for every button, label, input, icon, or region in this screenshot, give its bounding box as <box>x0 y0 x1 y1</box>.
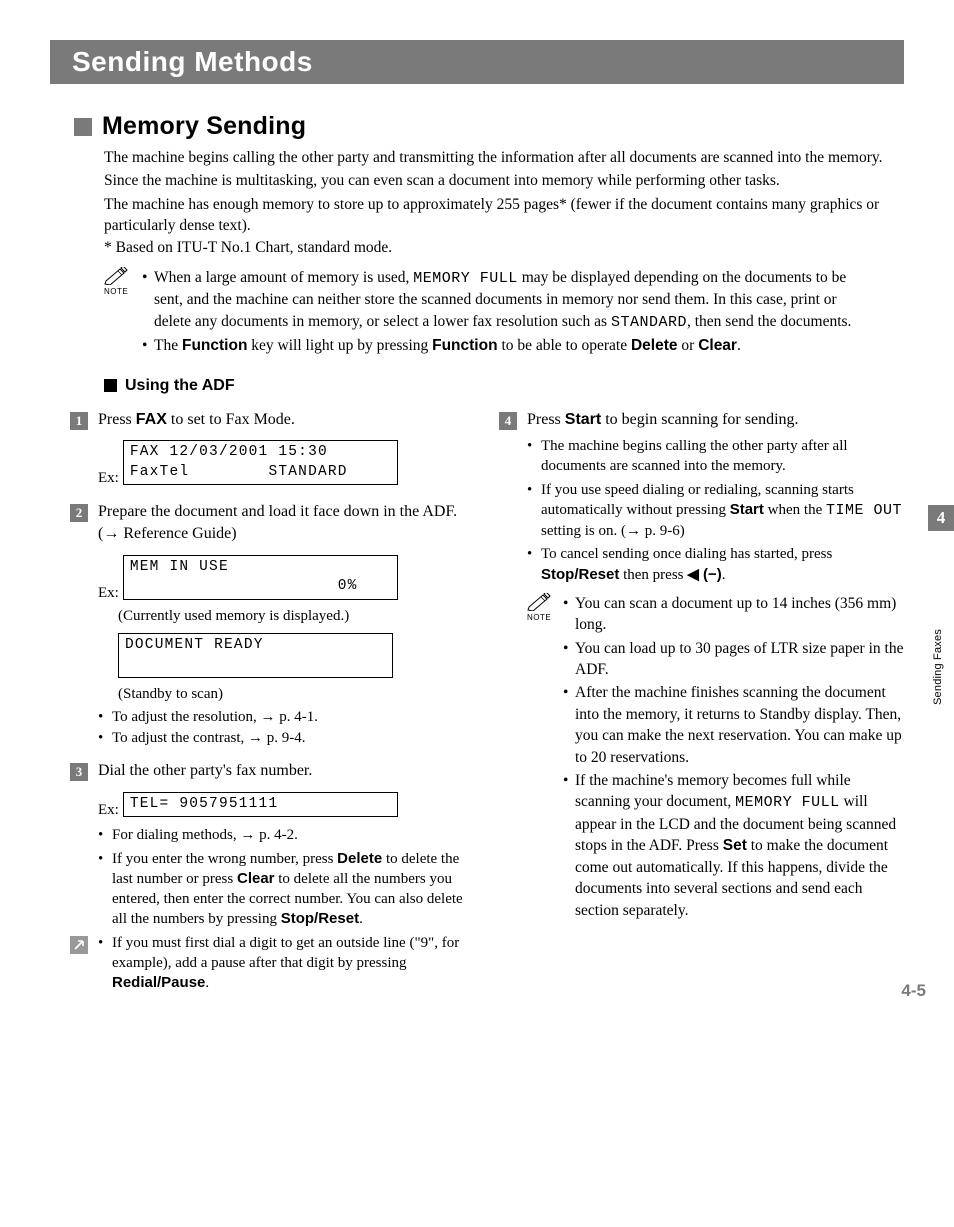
step3-bullet-1: For dialing methods, → p. 4-2. <box>98 825 475 845</box>
tab-chapter-label: Sending Faxes <box>932 629 944 705</box>
step4-bullet-1: The machine begins calling the other par… <box>527 436 904 477</box>
tab-chapter-number: 4 <box>928 505 954 531</box>
ex-label: Ex: <box>98 802 119 821</box>
note-pencil-icon <box>104 267 128 285</box>
caption-2: (Currently used memory is displayed.) <box>118 608 475 625</box>
step-2-body: Prepare the document and load it face do… <box>98 501 475 544</box>
note-label: NOTE <box>104 287 142 296</box>
section-bullet-icon <box>74 118 92 136</box>
section-title: Memory Sending <box>102 112 306 141</box>
lcd-display-3: DOCUMENT READY <box>118 633 393 678</box>
note-label: NOTE <box>527 613 563 622</box>
step3-bullet-3: • If you must first dial a digit to get … <box>98 933 475 994</box>
page-title: Sending Methods <box>66 46 313 78</box>
note1-item-1: When a large amount of memory is used, M… <box>142 267 874 334</box>
note-block-2: NOTE You can scan a document up to 14 in… <box>527 593 904 923</box>
step-4: 4 Press Start to begin scanning for send… <box>499 409 904 431</box>
lcd-display-1: FAX 12/03/2001 15:30 FaxTel STANDARD <box>123 440 398 485</box>
step-1: 1 Press FAX to set to Fax Mode. <box>70 409 475 431</box>
step-number-2: 2 <box>70 504 88 522</box>
step2-bullet-2: To adjust the contrast, → p. 9-4. <box>98 728 475 748</box>
page-number: 4-5 <box>901 981 926 1001</box>
ex-label: Ex: <box>98 585 119 604</box>
lcd-row-2: Ex: MEM IN USE 0% <box>98 551 475 604</box>
step-1-body: Press FAX to set to Fax Mode. <box>98 409 475 431</box>
step4-bullet-3: To cancel sending once dialing has start… <box>527 544 904 585</box>
caption-3: (Standby to scan) <box>118 686 475 703</box>
lcd-row-3: DOCUMENT READY <box>118 629 475 682</box>
step3-bullet-2: If you enter the wrong number, press Del… <box>98 849 475 930</box>
note-block-1: NOTE When a large amount of memory is us… <box>104 267 874 359</box>
note-pencil-icon <box>527 593 551 611</box>
step-number-3: 3 <box>70 763 88 781</box>
intro-footnote: * Based on ITU-T No.1 Chart, standard mo… <box>104 239 904 257</box>
step-number-1: 1 <box>70 412 88 430</box>
note1-item-2: The Function key will light up by pressi… <box>142 335 874 356</box>
title-bar: Sending Methods <box>50 40 904 84</box>
square-bullet-icon <box>104 379 117 392</box>
note-icon-col: NOTE <box>527 593 563 923</box>
step4-bullet-2: If you use speed dialing or redialing, s… <box>527 480 904 542</box>
step-2: 2 Prepare the document and load it face … <box>70 501 475 544</box>
lcd-display-2: MEM IN USE 0% <box>123 555 398 600</box>
step-3-body: Dial the other party's fax number. <box>98 760 475 782</box>
section-heading-row: Memory Sending <box>74 112 904 141</box>
lcd-display-4: TEL= 9057951111 <box>123 792 398 818</box>
intro-p1: The machine begins calling the other par… <box>104 147 894 168</box>
subsection-row: Using the ADF <box>104 377 904 395</box>
note-content: You can scan a document up to 14 inches … <box>563 593 904 923</box>
note2-item-2: You can load up to 30 pages of LTR size … <box>563 638 904 681</box>
columns: 1 Press FAX to set to Fax Mode. Ex: FAX … <box>70 409 904 1000</box>
note2-item-1: You can scan a document up to 14 inches … <box>563 593 904 636</box>
left-column: 1 Press FAX to set to Fax Mode. Ex: FAX … <box>70 409 475 1000</box>
step2-bullet-1: To adjust the resolution, → p. 4-1. <box>98 707 475 727</box>
step-number-4: 4 <box>499 412 517 430</box>
step-4-bullets: The machine begins calling the other par… <box>527 436 904 585</box>
intro-p2: Since the machine is multitasking, you c… <box>104 170 894 191</box>
lcd-row-1: Ex: FAX 12/03/2001 15:30 FaxTel STANDARD <box>98 436 475 489</box>
return-arrow-icon <box>70 936 88 954</box>
note-icon-col: NOTE <box>104 267 142 359</box>
step-3: 3 Dial the other party's fax number. <box>70 760 475 782</box>
note2-item-4: If the machine's memory becomes full whi… <box>563 770 904 921</box>
step-2-bullets: To adjust the resolution, → p. 4-1. To a… <box>98 707 475 749</box>
side-tab: 4 Sending Faxes <box>928 505 954 531</box>
step-3-bullet-3-row: • If you must first dial a digit to get … <box>70 933 475 994</box>
step-3-bullets: For dialing methods, → p. 4-2. If you en… <box>98 825 475 929</box>
note-content: When a large amount of memory is used, M… <box>142 267 874 359</box>
subsection-title: Using the ADF <box>125 377 235 395</box>
intro-p3: The machine has enough memory to store u… <box>104 194 894 237</box>
step-4-body: Press Start to begin scanning for sendin… <box>527 409 904 431</box>
lcd-row-4: Ex: TEL= 9057951111 <box>98 788 475 822</box>
note2-item-3: After the machine finishes scanning the … <box>563 682 904 768</box>
right-column: 4 Press Start to begin scanning for send… <box>499 409 904 1000</box>
ex-label: Ex: <box>98 470 119 489</box>
